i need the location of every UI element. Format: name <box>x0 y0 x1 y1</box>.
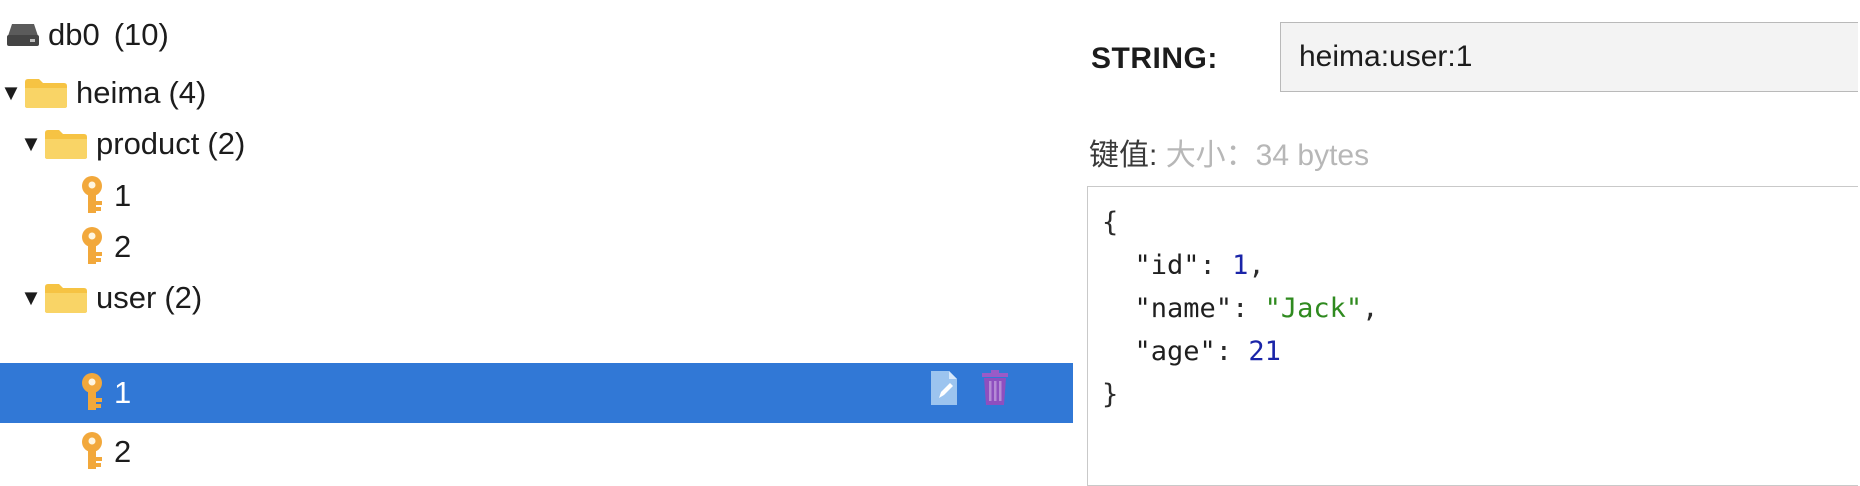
expand-arrow-icon[interactable]: ▼ <box>20 133 42 155</box>
expand-arrow-icon[interactable]: ▼ <box>20 287 42 309</box>
key-name: 2 <box>114 229 132 264</box>
key-icon <box>78 176 106 216</box>
key-detail-panel: STRING: 键值: 大小：34 bytes { "id": 1, "name… <box>1075 0 1860 486</box>
tree-key-product-2[interactable]: 2 <box>0 218 1073 276</box>
value-label: 键值: <box>1089 139 1158 172</box>
tree-key-user-1[interactable]: 1 <box>0 363 1073 423</box>
trash-icon[interactable] <box>981 370 1009 414</box>
code-line: "name": "Jack", <box>1134 293 1379 324</box>
db-count: (10) <box>113 17 169 52</box>
tree-folder-user[interactable]: ▼ user (2) <box>0 269 1073 327</box>
key-icon <box>78 432 106 472</box>
row-actions <box>929 370 1009 410</box>
key-tree-panel: db0 (10) ▼ heima (4) ▼ product (2) 1 2 ▼… <box>0 0 1075 482</box>
folder-count: (2) <box>164 280 203 315</box>
value-meta: 键值: 大小：34 bytes <box>1089 130 1369 174</box>
folder-count: (2) <box>207 126 246 161</box>
tree-folder-heima[interactable]: ▼ heima (4) <box>0 64 1073 122</box>
key-name-input[interactable] <box>1280 22 1858 92</box>
code-line: "id": 1, <box>1134 250 1265 281</box>
folder-name: user <box>96 280 157 315</box>
value-size: 大小：34 bytes <box>1165 139 1370 172</box>
database-icon <box>6 22 40 48</box>
code-line: "age": 21 <box>1134 336 1281 367</box>
code-line: { <box>1102 207 1119 238</box>
folder-icon <box>44 282 88 314</box>
tree-key-user-2[interactable]: 2 <box>0 423 1073 481</box>
tree-key-product-1[interactable]: 1 <box>0 167 1073 225</box>
value-editor[interactable]: { "id": 1, "name": "Jack", "age": 21 } <box>1087 186 1858 486</box>
key-icon <box>78 373 106 413</box>
key-name: 1 <box>114 375 132 410</box>
edit-document-icon[interactable] <box>929 370 959 414</box>
key-name: 2 <box>114 434 132 469</box>
tree-folder-product[interactable]: ▼ product (2) <box>0 115 1073 173</box>
code-line: } <box>1102 379 1119 410</box>
db-name: db0 <box>48 17 100 52</box>
folder-icon <box>24 77 68 109</box>
folder-icon <box>44 128 88 160</box>
folder-name: heima <box>76 75 161 110</box>
key-type-label: STRING: <box>1091 42 1218 75</box>
expand-arrow-icon[interactable]: ▼ <box>0 82 22 104</box>
key-icon <box>78 227 106 267</box>
folder-name: product <box>96 126 200 161</box>
key-name: 1 <box>114 178 132 213</box>
folder-count: (4) <box>168 75 207 110</box>
tree-db-node[interactable]: db0 (10) <box>0 6 1073 64</box>
